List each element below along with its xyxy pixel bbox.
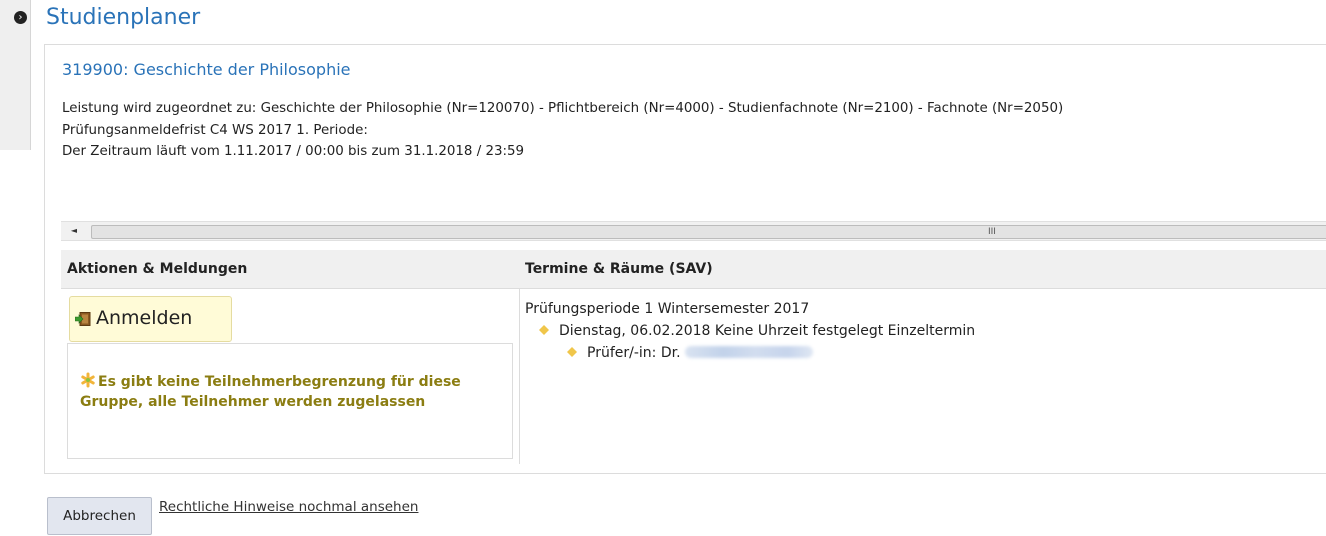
column-divider [519,288,520,464]
exam-date: Dienstag, 06.02.2018 Keine Uhrzeit festg… [559,323,976,339]
notice-message: Es gibt keine Teilnehmerbegrenzung für d… [80,372,480,412]
scrollbar-grip-icon: III [988,227,996,237]
column-header-actions: Aktionen & Meldungen [67,261,248,277]
door-enter-icon [75,312,91,326]
blurred-examiner-name [684,346,813,358]
module-panel: 319900: Geschichte der Philosophie Leist… [44,44,1326,474]
registration-period: Der Zeitraum läuft vom 1.11.2017 / 00:00… [62,144,525,159]
page-title: Studienplaner [46,5,201,30]
asterisk-notice-icon [81,372,95,388]
legal-notice-link[interactable]: Rechtliche Hinweise nochmal ansehen [159,499,418,515]
cancel-button[interactable]: Abbrechen [47,497,152,535]
notice-text: Es gibt keine Teilnehmerbegrenzung für d… [80,374,461,410]
exam-period-label: Prüfungsperiode 1 Wintersemester 2017 [525,301,810,317]
module-info: Leistung wird zugeordnet zu: Geschichte … [62,98,1063,163]
exam-period: Prüfungsperiode 1 Wintersemester 2017 [525,298,975,320]
notice-box: Es gibt keine Teilnehmerbegrenzung für d… [67,343,513,459]
collapse-toggle-icon[interactable]: › [14,11,27,24]
assignment-info: Leistung wird zugeordnet zu: Geschichte … [62,101,1064,116]
table-header-row: Aktionen & Meldungen Termine & Räume (SA… [61,250,1326,289]
diamond-bullet-icon [539,325,549,335]
horizontal-scrollbar[interactable]: ◄ III [61,221,1326,241]
examiner-label: Prüfer/-in: Dr. [587,345,681,361]
scroll-left-arrow-icon[interactable]: ◄ [63,222,85,240]
module-title-link[interactable]: 319900: Geschichte der Philosophie [62,60,351,79]
list-item: Prüfer/-in: Dr. [525,342,975,364]
list-item: Dienstag, 06.02.2018 Keine Uhrzeit festg… [525,320,975,342]
dates-rooms-list: Prüfungsperiode 1 Wintersemester 2017 Di… [525,298,975,364]
scrollbar-thumb[interactable]: III [91,225,1326,239]
registration-deadline-label: Prüfungsanmeldefrist C4 WS 2017 1. Perio… [62,122,368,138]
register-label: Anmelden [96,307,193,329]
diamond-bullet-icon [567,347,577,357]
register-button[interactable]: Anmelden [69,296,232,342]
column-header-dates-rooms: Termine & Räume (SAV) [525,261,713,277]
